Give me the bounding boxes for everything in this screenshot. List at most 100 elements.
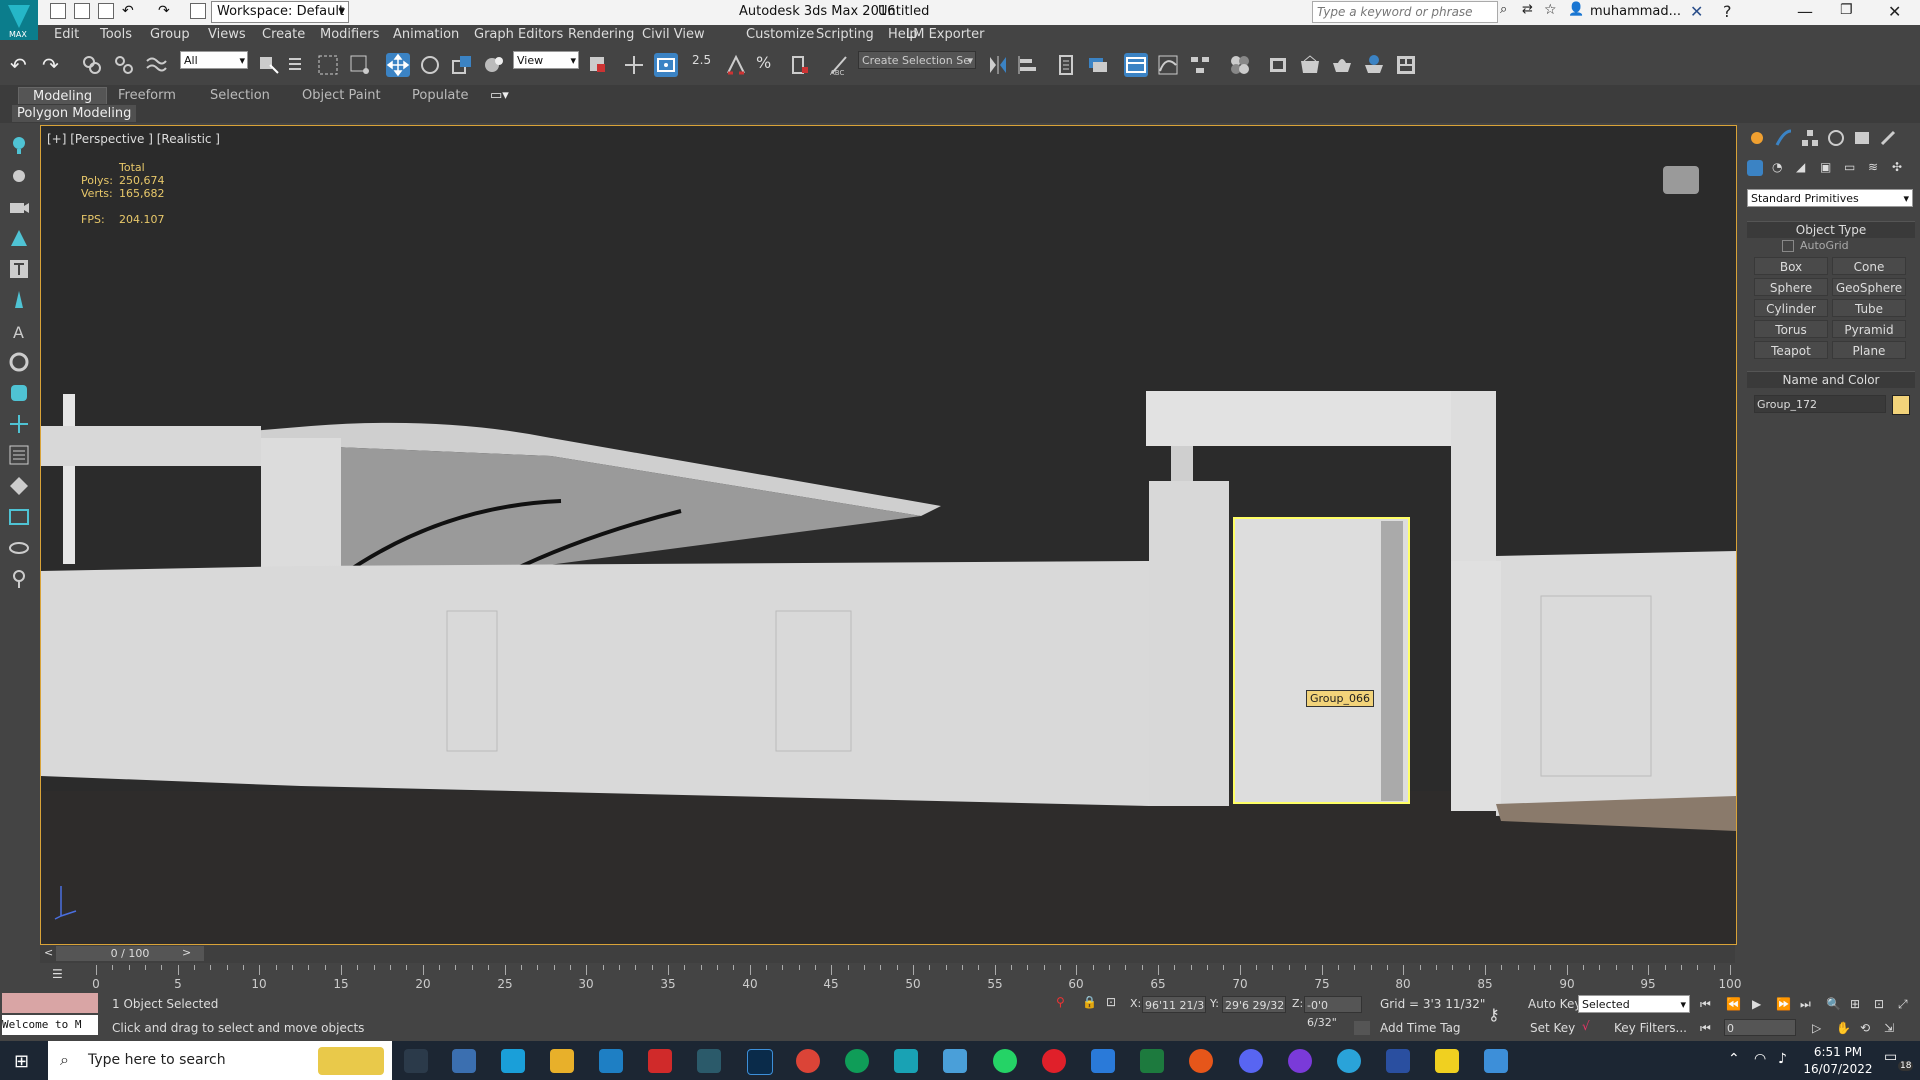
curve-editor-icon[interactable] — [1156, 53, 1180, 77]
photoshop-icon[interactable] — [747, 1049, 773, 1075]
chrome-icon[interactable] — [796, 1049, 820, 1073]
display-tab-icon[interactable] — [1852, 128, 1872, 148]
add-time-tag[interactable]: Add Time Tag — [1380, 1021, 1461, 1035]
project-folder-icon[interactable] — [190, 3, 206, 19]
sun-icon[interactable] — [7, 164, 31, 188]
orbit-view-icon[interactable]: ⟲ — [1860, 1021, 1870, 1035]
layer-manager-icon[interactable] — [1086, 53, 1110, 77]
motion-tab-icon[interactable] — [1826, 128, 1846, 148]
help-icon[interactable]: ? — [1723, 2, 1732, 21]
sticky-notes-icon[interactable] — [1435, 1049, 1459, 1073]
ribbon-options-icon[interactable]: ▭▾ — [490, 88, 509, 103]
render-in-cloud-icon[interactable] — [1362, 53, 1386, 77]
key-mode-dropdown[interactable]: Selected ▾ — [1578, 995, 1690, 1013]
cross-icon[interactable] — [7, 412, 31, 436]
opera-icon[interactable] — [1042, 1049, 1066, 1073]
bulb-icon[interactable] — [7, 567, 31, 591]
object-name-field[interactable]: Group_172 — [1754, 395, 1886, 413]
time-tag-icon[interactable] — [1354, 1021, 1370, 1035]
zoom-extents-icon[interactable]: ⊡ — [1874, 997, 1884, 1011]
previous-frame-icon[interactable]: ⏪ — [1726, 997, 1741, 1011]
selection-lock-icon[interactable]: 🔒 — [1082, 995, 1097, 1009]
notes-app-icon[interactable] — [943, 1049, 967, 1073]
reference-coordinate-dropdown[interactable]: View ▾ — [513, 51, 579, 69]
field-of-view-icon[interactable]: ▷ — [1812, 1021, 1821, 1035]
menu-tools[interactable]: Tools — [100, 27, 132, 42]
excel-icon[interactable] — [1140, 1049, 1164, 1073]
menu-animation[interactable]: Animation — [393, 27, 459, 42]
autogrid-checkbox[interactable]: AutoGrid — [1782, 239, 1849, 252]
network-app-icon[interactable] — [697, 1049, 721, 1073]
name-and-color-rollout[interactable]: Name and Color — [1747, 371, 1915, 388]
tube-button[interactable]: Tube — [1832, 299, 1906, 317]
percent-snap-icon[interactable]: % — [756, 53, 780, 77]
key-mode-toggle-icon[interactable]: ⏮ — [1700, 1021, 1711, 1036]
task-view-icon[interactable] — [404, 1049, 428, 1073]
helper-icon[interactable] — [7, 381, 31, 405]
close-x-icon[interactable]: ✕ — [1690, 2, 1703, 21]
z-coordinate-field[interactable]: -0'0 6/32" — [1304, 996, 1362, 1029]
redo-icon[interactable]: ↷ — [42, 53, 66, 77]
tag-icon[interactable] — [7, 474, 31, 498]
menu-rendering[interactable]: Rendering — [568, 27, 634, 42]
ribbon-toggle-icon[interactable] — [1124, 53, 1148, 77]
list-icon[interactable] — [7, 443, 31, 467]
pyramid-button[interactable]: Pyramid — [1832, 320, 1906, 338]
menu-civil-view[interactable]: Civil View — [642, 27, 705, 42]
undo-icon[interactable]: ↶ — [10, 53, 34, 77]
keyboard-shortcut-override-icon[interactable] — [654, 53, 678, 77]
a-letter-icon[interactable]: A — [7, 319, 31, 343]
clock-date[interactable]: 16/07/2022 — [1800, 1062, 1876, 1076]
menu-modifiers[interactable]: Modifiers — [320, 27, 379, 42]
link-icon[interactable] — [80, 53, 104, 77]
select-object-icon[interactable] — [256, 53, 280, 77]
pan-icon[interactable]: ✋ — [1836, 1021, 1851, 1035]
select-and-move-icon[interactable] — [386, 53, 410, 77]
set-key-button[interactable]: Set Key — [1530, 1021, 1575, 1035]
clock-time[interactable]: 6:51 PM — [1800, 1045, 1876, 1059]
shapes-icon[interactable]: ◔ — [1772, 160, 1792, 180]
hierarchy-tab-icon[interactable] — [1800, 128, 1820, 148]
camera-icon[interactable] — [7, 195, 31, 219]
select-and-rotate-icon[interactable] — [418, 53, 442, 77]
menu-scripting[interactable]: Scripting — [816, 27, 874, 42]
object-type-rollout[interactable]: Object Type — [1747, 221, 1915, 238]
keyword-search-input[interactable]: Type a keyword or phrase — [1312, 1, 1498, 23]
manipulate-icon[interactable] — [622, 53, 646, 77]
teapot-button[interactable]: Teapot — [1754, 341, 1828, 359]
sketchup-icon[interactable] — [599, 1049, 623, 1073]
render-production-icon[interactable] — [1330, 53, 1354, 77]
go-to-end-icon[interactable]: ⏭ — [1800, 997, 1811, 1012]
polygon-modeling-panel[interactable]: Polygon Modeling — [12, 105, 137, 122]
rendered-frame-window-icon[interactable] — [1298, 53, 1322, 77]
current-frame-field[interactable]: 0 — [1724, 1019, 1796, 1036]
chrome-profile-icon[interactable] — [845, 1049, 869, 1073]
telegram-icon[interactable] — [1337, 1049, 1361, 1073]
undo-icon[interactable]: ↶ — [122, 3, 138, 19]
maxscript-input[interactable]: Welcome to M — [2, 1015, 98, 1035]
menu-edit[interactable]: Edit — [54, 27, 79, 42]
play-icon[interactable]: ▶ — [1752, 997, 1761, 1011]
maximize-viewport-icon[interactable]: ⤢ — [1898, 997, 1908, 1012]
app-logo-icon[interactable]: MAX — [0, 0, 38, 40]
y-coordinate-field[interactable]: 29'6 29/32 — [1222, 996, 1286, 1013]
new-file-icon[interactable] — [50, 3, 66, 19]
cylinder-button[interactable]: Cylinder — [1754, 299, 1828, 317]
space-warps-icon[interactable]: ≋ — [1868, 160, 1888, 180]
curve-editor-mini-icon[interactable]: ☰ — [52, 967, 63, 981]
select-and-place-icon[interactable] — [482, 53, 506, 77]
open-file-icon[interactable] — [74, 3, 90, 19]
viewcube-icon[interactable] — [1663, 166, 1699, 194]
menu-group[interactable]: Group — [150, 27, 190, 42]
media-player-icon[interactable] — [1288, 1049, 1312, 1073]
3ds-max-taskbar-icon[interactable] — [894, 1049, 918, 1073]
character-icon[interactable] — [7, 226, 31, 250]
tab-object-paint[interactable]: Object Paint — [302, 88, 381, 103]
menu-lm-exporter[interactable]: LM Exporter — [906, 27, 985, 42]
time-slider-prev-icon[interactable]: < — [44, 946, 53, 959]
redo-icon[interactable]: ↷ — [158, 3, 174, 19]
isolate-selection-icon[interactable]: ⚲ — [1056, 995, 1065, 1009]
whatsapp-icon[interactable] — [993, 1049, 1017, 1073]
toggle-scene-explorer-icon[interactable] — [1054, 53, 1078, 77]
user-name[interactable]: muhammad... — [1590, 4, 1681, 19]
